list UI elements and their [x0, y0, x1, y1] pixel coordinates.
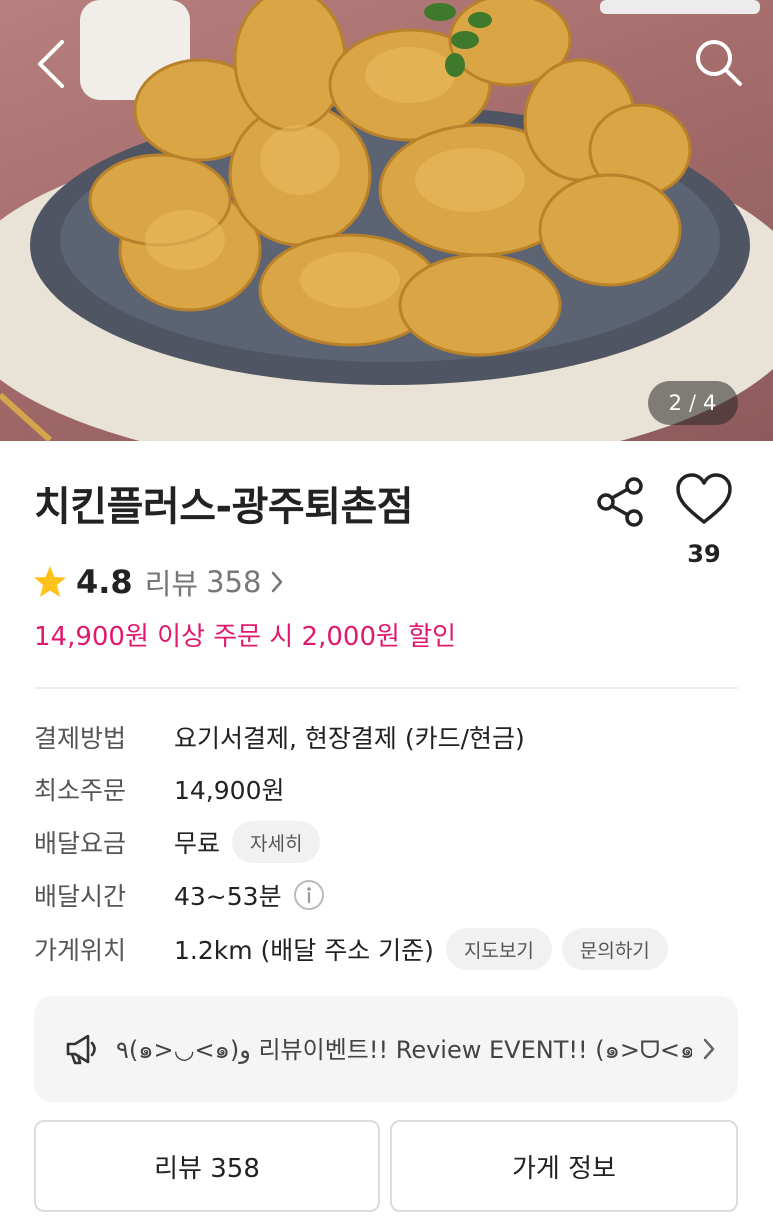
image-counter-separator: / [688, 391, 698, 415]
image-counter-current: 2 [668, 391, 683, 415]
delivery-fee-value: 무료 [174, 829, 221, 858]
map-button[interactable]: 지도보기 [445, 928, 552, 970]
info-row-delivery-time: 배달시간 43~53분 [34, 873, 326, 917]
location-label: 가게위치 [34, 936, 127, 965]
share-icon [597, 477, 643, 527]
search-icon [696, 40, 742, 86]
location-value: 1.2km (배달 주소 기준) [174, 936, 434, 965]
rating-row[interactable]: 4.8 리뷰 358 [32, 560, 287, 604]
share-button[interactable] [594, 474, 650, 530]
info-row-min-order: 최소주문 14,900원 [34, 767, 284, 811]
info-row-location: 가게위치 1.2km (배달 주소 기준) 지도보기 문의하기 [34, 927, 668, 971]
delivery-fee-detail-button[interactable]: 자세히 [232, 821, 321, 863]
event-text: ٩(๑>◡<๑)و 리뷰이벤트!! Review EVENT!! (๑>ᗜ<๑)… [116, 1035, 692, 1064]
tab-review[interactable]: 리뷰 358 [34, 1120, 380, 1212]
info-row-delivery-fee: 배달요금 무료 자세히 [34, 820, 321, 864]
review-event-banner[interactable]: ٩(๑>◡<๑)و 리뷰이벤트!! Review EVENT!! (๑>ᗜ<๑)… [34, 996, 738, 1102]
hero-image-carousel[interactable]: 2 / 4 [0, 0, 773, 441]
chevron-right-icon [703, 1038, 715, 1060]
info-icon[interactable] [292, 878, 326, 912]
chicken-photo [0, 0, 773, 441]
info-row-payment: 결제방법 요기서결제, 현장결제 (카드/현금) [34, 715, 525, 759]
back-button[interactable] [22, 34, 82, 94]
discount-promo: 14,900원 이상 주문 시 2,000원 할인 [34, 622, 457, 652]
delivery-time-label: 배달시간 [34, 882, 127, 911]
min-order-value: 14,900원 [174, 776, 285, 805]
delivery-fee-label: 배달요금 [34, 829, 127, 858]
like-count: 39 [687, 540, 721, 568]
tab-store-info[interactable]: 가게 정보 [390, 1120, 738, 1212]
store-name: 치킨플러스-광주퇴촌점 [34, 484, 414, 530]
search-button[interactable] [686, 30, 750, 94]
review-label: 리뷰 [144, 567, 199, 601]
chevron-left-icon [38, 40, 64, 88]
image-counter-total: 4 [703, 391, 718, 415]
payment-label: 결제방법 [34, 724, 127, 753]
heart-icon [676, 473, 732, 524]
chevron-right-icon [272, 571, 283, 593]
delivery-time-value: 43~53분 [174, 882, 282, 911]
rating-value: 4.8 [76, 563, 133, 601]
image-counter: 2 / 4 [648, 381, 738, 425]
review-count: 358 [206, 565, 262, 599]
divider [34, 687, 738, 689]
star-icon [34, 566, 66, 597]
inquiry-button[interactable]: 문의하기 [561, 928, 668, 970]
min-order-label: 최소주문 [34, 776, 127, 805]
like-button[interactable] [672, 470, 736, 530]
megaphone-icon [66, 1034, 96, 1065]
payment-value: 요기서결제, 현장결제 (카드/현금) [174, 724, 525, 753]
